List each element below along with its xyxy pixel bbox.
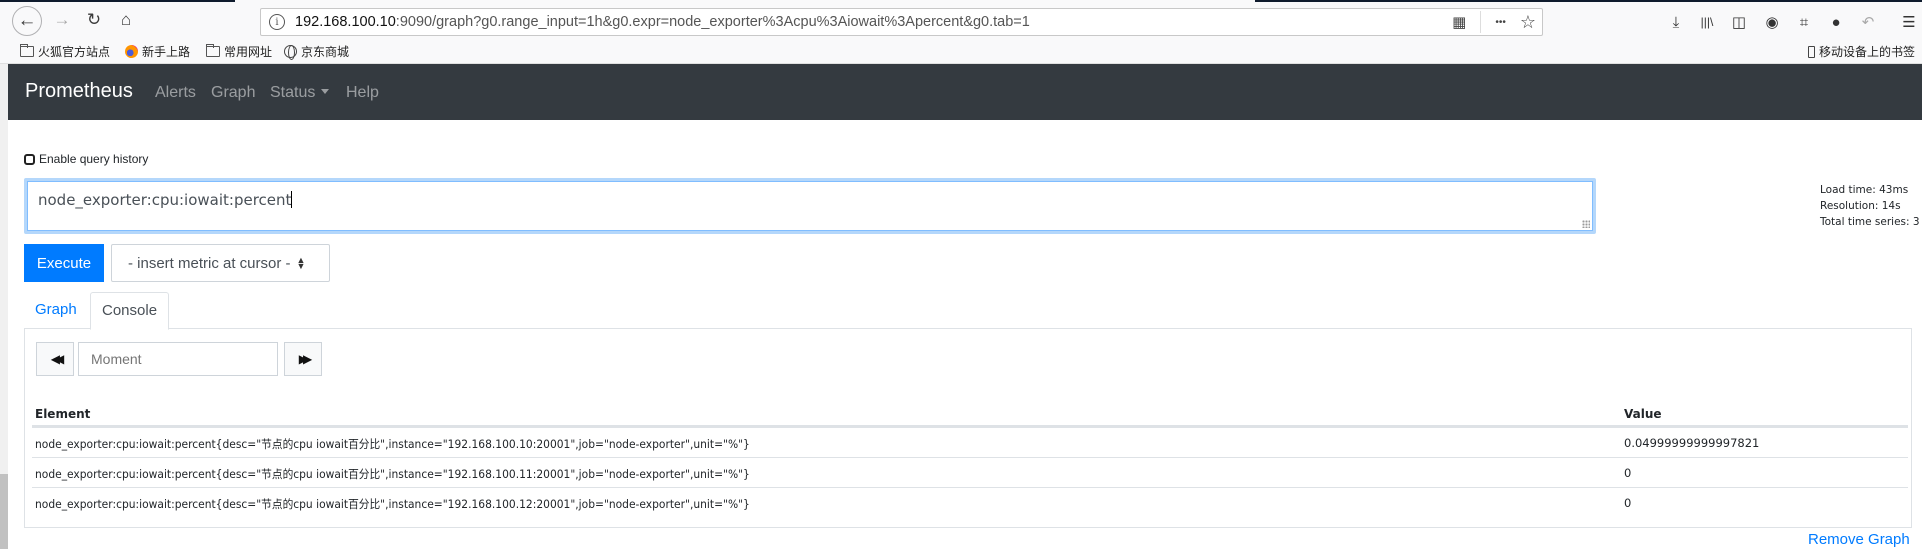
nav-status[interactable]: Status	[270, 84, 330, 102]
table-row: node_exporter:cpu:iowait:percent{desc="节…	[32, 458, 1908, 488]
tab-bar: Graph Console	[24, 292, 1912, 330]
previous-moment-button[interactable]: ◀◀	[36, 342, 74, 376]
phone-icon	[1808, 45, 1815, 58]
nav-status-label: Status	[270, 84, 316, 101]
bookmark-item[interactable]: 新手上路	[125, 43, 190, 60]
page-actions-icon[interactable]: •••	[1495, 17, 1506, 28]
caret-down-icon	[321, 89, 330, 94]
bookmark-label: 新手上路	[142, 45, 191, 59]
insert-metric-label: - insert metric at cursor -	[128, 254, 291, 272]
bookmark-item[interactable]: 火狐官方站点	[20, 43, 110, 60]
table-row: node_exporter:cpu:iowait:percent{desc="节…	[32, 488, 1908, 518]
row-element: node_exporter:cpu:iowait:percent{desc="节…	[35, 497, 750, 511]
left-scrollbar[interactable]	[0, 64, 8, 549]
bookmarks-bar: 火狐官方站点 新手上路 常用网址 京东商城 移动设备上的书签	[0, 40, 1922, 64]
bookmark-label: 常用网址	[224, 45, 273, 59]
column-header-value: Value	[1624, 407, 1662, 421]
row-value: 0	[1624, 466, 1632, 480]
select-arrows-icon: ▲ ▼	[296, 255, 306, 271]
firefox-icon	[125, 45, 138, 58]
download-icon[interactable]: ⤓	[1665, 11, 1687, 33]
expression-text: node_exporter:cpu:iowait:percent	[38, 191, 292, 209]
query-history-toggle[interactable]: Enable query history	[24, 152, 148, 166]
reload-icon: ↻	[86, 10, 102, 29]
tab-graph[interactable]: Graph	[24, 292, 88, 329]
nav-help[interactable]: Help	[346, 84, 379, 102]
row-element: node_exporter:cpu:iowait:percent{desc="节…	[35, 467, 750, 481]
insert-metric-select[interactable]: - insert metric at cursor - ▲ ▼	[111, 244, 330, 282]
forward-button[interactable]: →	[48, 6, 76, 34]
resolution: Resolution: 14s	[1820, 200, 1901, 212]
query-stats: Load time: 43ms Resolution: 14s Total ti…	[1820, 182, 1920, 230]
reload-button[interactable]: ↻	[80, 6, 108, 34]
results-table: Element Value node_exporter:cpu:iowait:p…	[32, 400, 1908, 518]
fast-forward-icon: ▶▶	[298, 352, 313, 366]
rewind-icon: ◀◀	[50, 352, 65, 366]
undo-icon[interactable]: ↶	[1857, 11, 1879, 33]
table-header: Element Value	[32, 400, 1908, 428]
forward-arrow-icon: →	[53, 10, 71, 29]
globe-icon	[284, 45, 297, 60]
scrollbar-thumb[interactable]	[0, 474, 8, 549]
total-time-series: Total time series: 3	[1820, 216, 1920, 228]
next-moment-button[interactable]: ▶▶	[284, 342, 322, 376]
library-icon[interactable]: |||\	[1696, 11, 1718, 33]
text-cursor	[291, 191, 293, 208]
tab-console[interactable]: Console	[90, 292, 170, 330]
brand-link[interactable]: Prometheus	[25, 80, 133, 103]
mobile-bookmarks-label: 移动设备上的书签	[1819, 45, 1916, 59]
sidebar-icon[interactable]: ◫	[1728, 11, 1750, 33]
bookmark-item[interactable]: 常用网址	[206, 43, 272, 60]
home-icon: ⌂	[120, 10, 132, 29]
bookmark-label: 京东商城	[301, 45, 350, 59]
load-time: Load time: 43ms	[1820, 184, 1909, 196]
nav-graph[interactable]: Graph	[211, 84, 255, 102]
row-element: node_exporter:cpu:iowait:percent{desc="节…	[35, 437, 750, 451]
screenshot-icon[interactable]: ⌗	[1793, 11, 1815, 33]
remove-graph-link[interactable]: Remove Graph	[1808, 531, 1910, 548]
url-separator	[1480, 11, 1482, 33]
back-button[interactable]: ←	[12, 6, 42, 36]
site-info-icon[interactable]: i	[269, 14, 285, 30]
nav-alerts[interactable]: Alerts	[155, 84, 196, 102]
prometheus-navbar: Prometheus Alerts Graph Status Help	[8, 64, 1922, 120]
table-row: node_exporter:cpu:iowait:percent{desc="节…	[32, 428, 1908, 458]
mobile-bookmarks[interactable]: 移动设备上的书签	[1808, 43, 1915, 60]
execute-button[interactable]: Execute	[24, 244, 104, 282]
resize-handle-icon[interactable]	[1582, 220, 1590, 228]
browser-toolbar: ← → ↻ ⌂ i 192.168.100.10:9090/graph?g0.r…	[0, 2, 1922, 40]
row-value: 0.04999999999997821	[1624, 436, 1760, 450]
column-header-element: Element	[35, 407, 91, 421]
menu-icon[interactable]: ☰	[1898, 11, 1920, 33]
qr-code-icon[interactable]: ▦	[1452, 13, 1466, 31]
folder-icon	[20, 44, 34, 57]
moment-input[interactable]	[78, 342, 278, 376]
expression-input[interactable]: node_exporter:cpu:iowait:percent	[24, 178, 1596, 234]
query-history-label: Enable query history	[39, 152, 149, 166]
query-history-checkbox[interactable]	[24, 153, 35, 165]
url-host: 192.168.100.10	[295, 14, 396, 30]
folder-icon	[206, 44, 220, 57]
url-text[interactable]: 192.168.100.10:9090/graph?g0.range_input…	[295, 14, 1030, 30]
bookmark-star-icon[interactable]: ☆	[1520, 12, 1536, 33]
account-icon[interactable]: ◉	[1761, 11, 1783, 33]
row-value: 0	[1624, 496, 1632, 510]
address-bar[interactable]: i 192.168.100.10:9090/graph?g0.range_inp…	[260, 8, 1543, 36]
back-arrow-icon: ←	[17, 10, 37, 31]
chat-icon[interactable]: ●	[1825, 11, 1847, 33]
bookmark-item[interactable]: 京东商城	[284, 43, 349, 60]
bookmark-label: 火狐官方站点	[38, 45, 111, 59]
home-button[interactable]: ⌂	[112, 6, 140, 34]
url-path: :9090/graph?g0.range_input=1h&g0.expr=no…	[395, 14, 1030, 30]
